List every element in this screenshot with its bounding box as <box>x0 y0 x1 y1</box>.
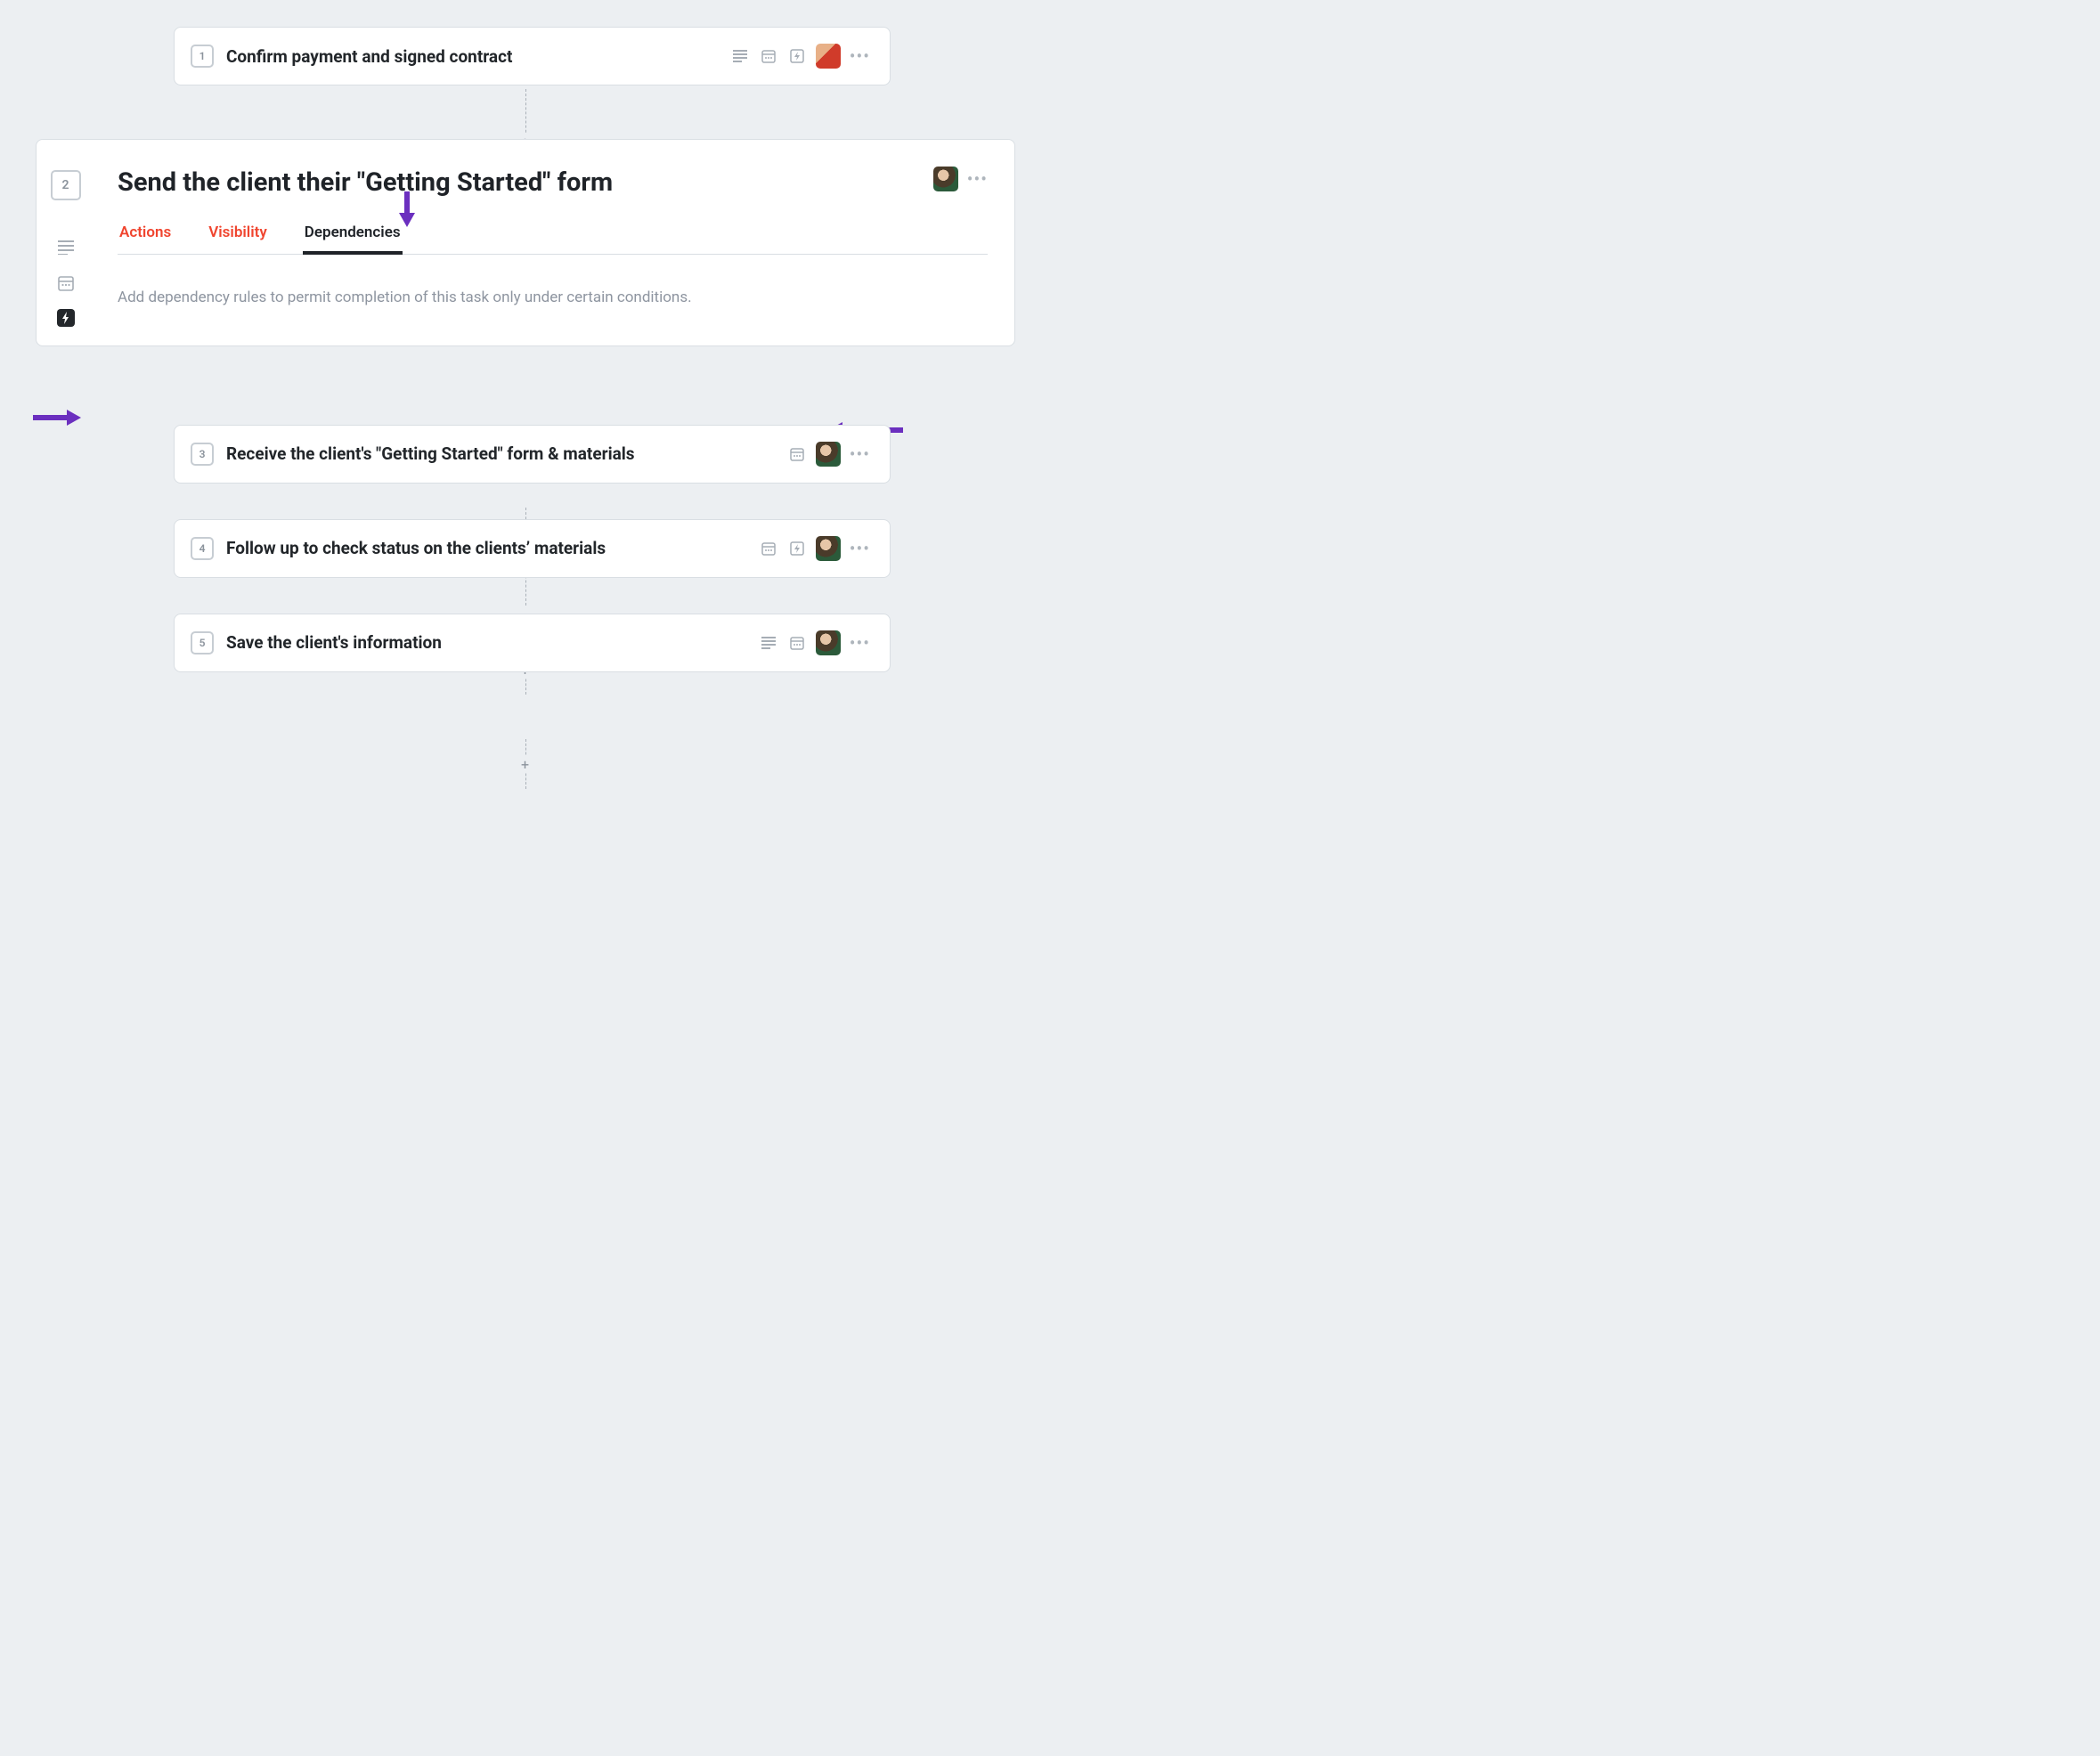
more-menu-icon[interactable]: ••• <box>850 632 870 654</box>
task-title: Receive the client's "Getting Started" f… <box>226 443 775 464</box>
calendar-icon[interactable] <box>56 273 76 293</box>
avatar[interactable] <box>816 44 841 69</box>
step-number-box: 3 <box>191 443 214 466</box>
calendar-icon[interactable] <box>787 633 807 653</box>
step-number-box: 2 <box>51 170 81 200</box>
task-card[interactable]: 5 Save the client's information ••• <box>174 614 891 672</box>
more-menu-icon[interactable]: ••• <box>850 538 870 559</box>
annotation-arrow-down-icon <box>399 213 415 227</box>
description-icon[interactable] <box>759 633 778 653</box>
automation-icon[interactable] <box>787 46 807 66</box>
more-menu-icon[interactable]: ••• <box>850 45 870 67</box>
task-card-expanded: 2 Send the client their "Getting Started… <box>36 139 1015 346</box>
tab-actions[interactable]: Actions <box>118 224 173 254</box>
step-number-box: 5 <box>191 631 214 654</box>
more-menu-icon[interactable]: ••• <box>850 443 870 465</box>
task-card[interactable]: 4 Follow up to check status on the clien… <box>174 519 891 578</box>
calendar-icon[interactable] <box>759 539 778 558</box>
avatar[interactable] <box>816 536 841 561</box>
task-title: Save the client's information <box>226 632 746 653</box>
task-card[interactable]: 3 Receive the client's "Getting Started"… <box>174 425 891 484</box>
step-number-box: 1 <box>191 45 214 68</box>
dependencies-hint: Add dependency rules to permit completio… <box>118 287 988 310</box>
step-number-box: 4 <box>191 537 214 560</box>
tab-visibility[interactable]: Visibility <box>207 224 269 254</box>
task-title: Confirm payment and signed contract <box>226 46 718 67</box>
tab-bar: Actions Visibility Dependencies <box>118 224 988 255</box>
automation-icon[interactable] <box>787 539 807 558</box>
description-icon[interactable] <box>730 46 750 66</box>
calendar-icon[interactable] <box>759 46 778 66</box>
calendar-icon[interactable] <box>787 444 807 464</box>
avatar[interactable] <box>816 630 841 655</box>
automation-icon[interactable] <box>57 309 75 327</box>
annotation-arrow-right-icon <box>67 410 81 426</box>
more-menu-icon[interactable]: ••• <box>967 168 988 190</box>
description-icon[interactable] <box>56 238 76 257</box>
task-card[interactable]: 1 Confirm payment and signed contract ••… <box>174 27 891 85</box>
avatar[interactable] <box>816 442 841 467</box>
avatar[interactable] <box>933 167 958 191</box>
task-title: Send the client their "Getting Started" … <box>118 167 933 199</box>
task-title: Follow up to check status on the clients… <box>226 538 746 558</box>
tab-dependencies[interactable]: Dependencies <box>303 224 403 254</box>
